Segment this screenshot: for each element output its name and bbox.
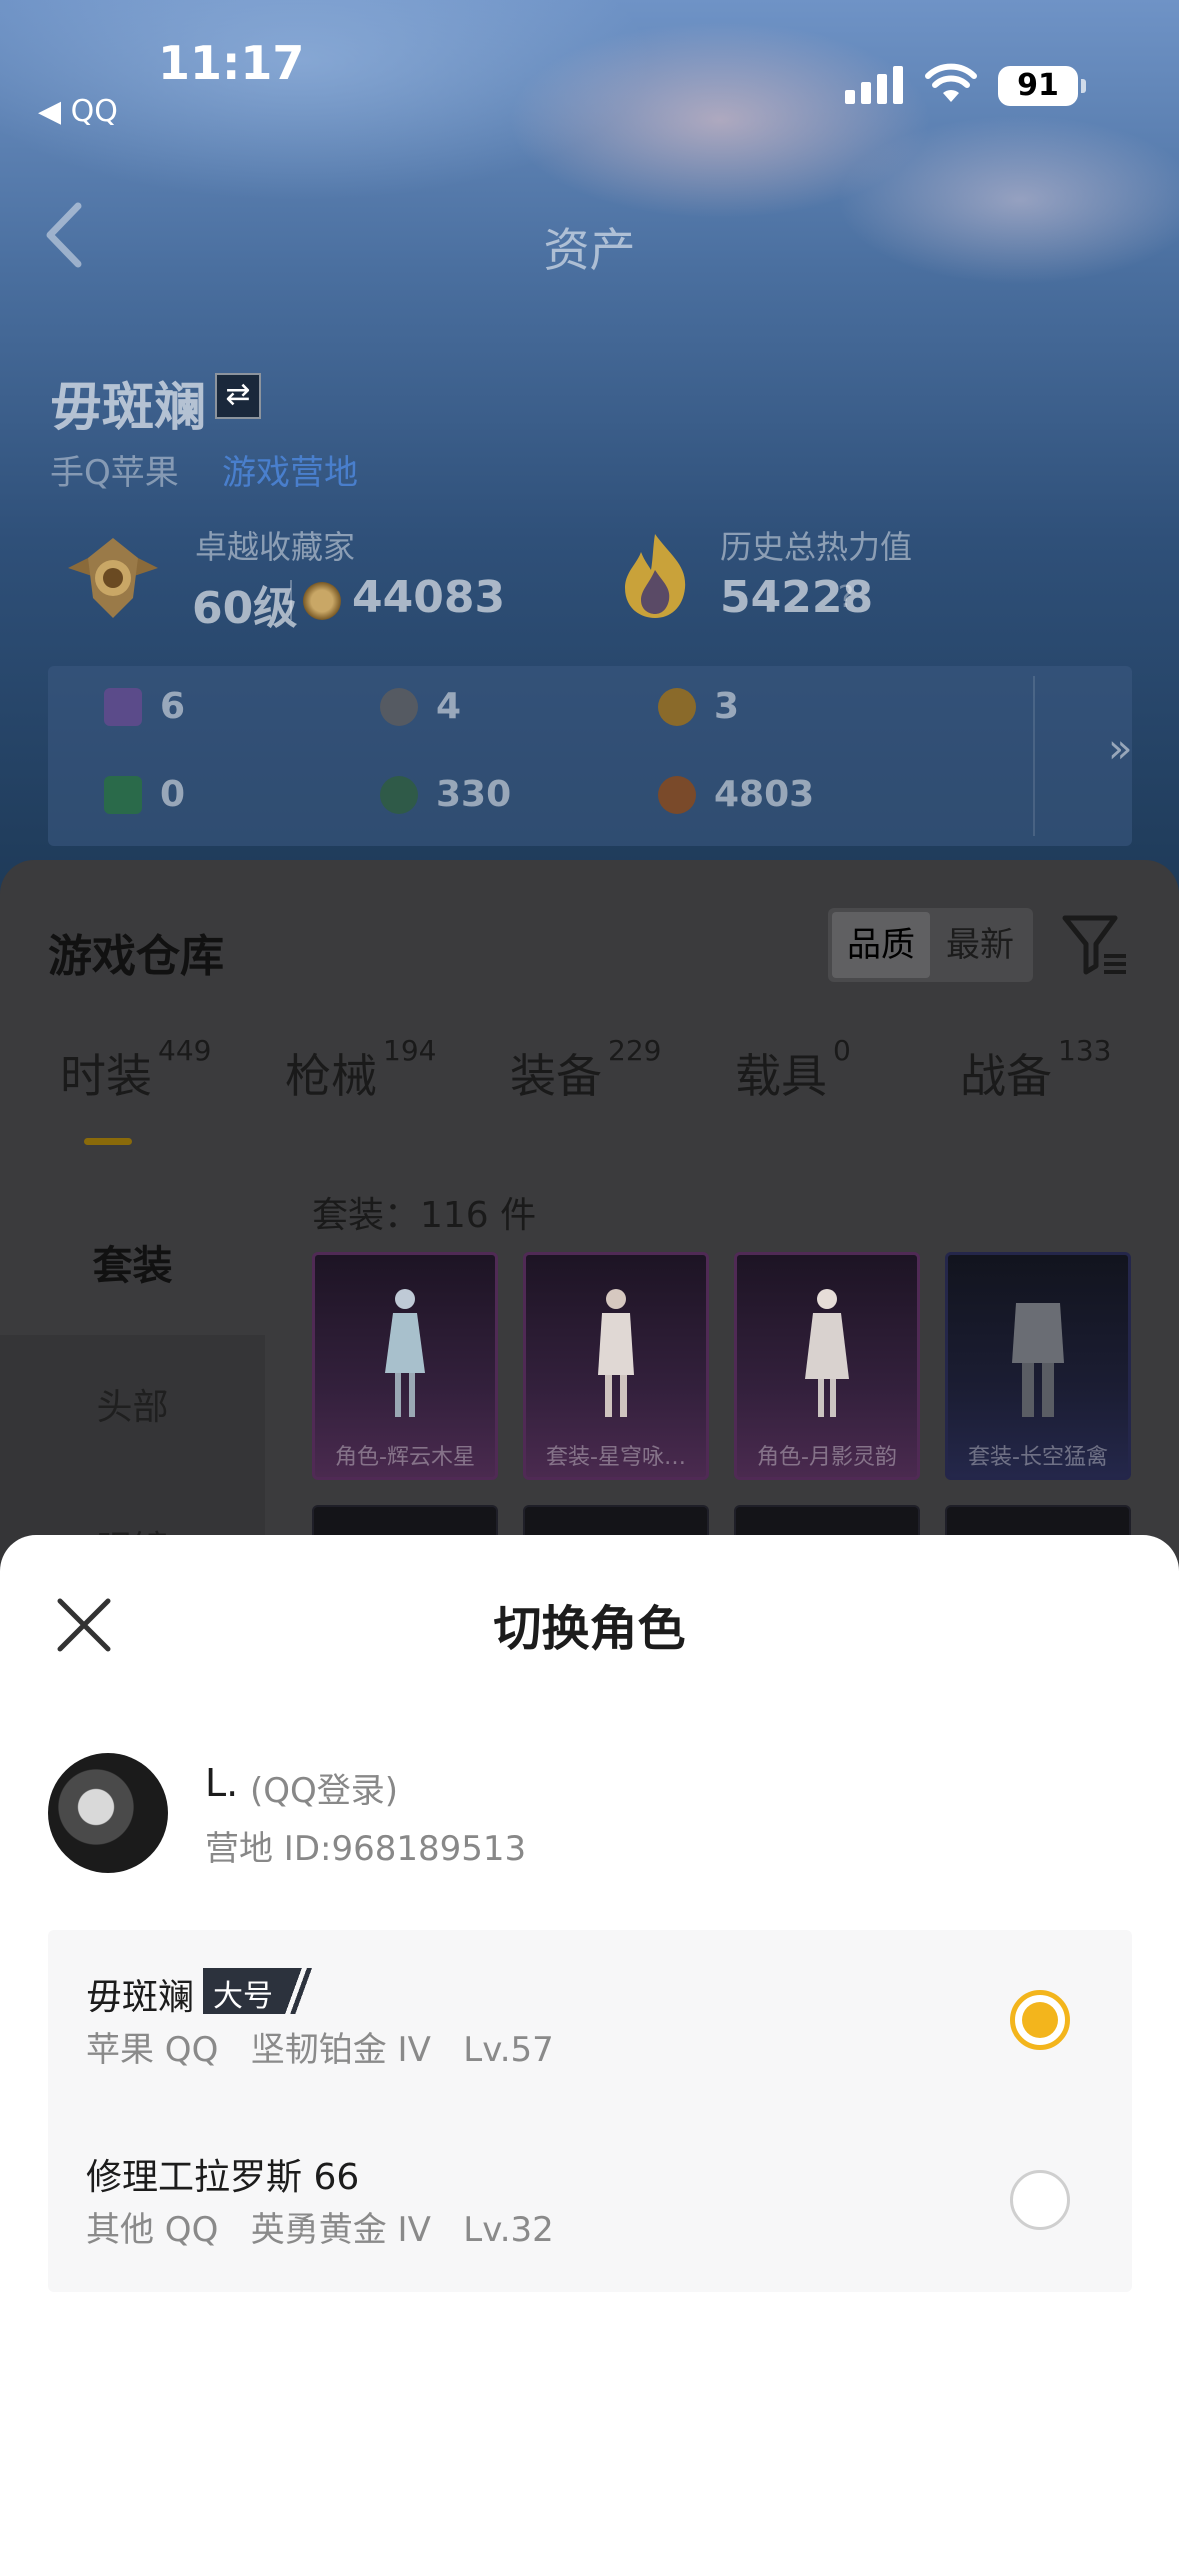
page-title: 资产 <box>543 223 636 277</box>
tab-count: 194 <box>383 1034 437 1067</box>
rank-divider <box>290 580 292 620</box>
tab-label: 装备 <box>510 1049 602 1103</box>
warehouse-title: 游戏仓库 <box>48 931 224 982</box>
tab-supplies[interactable]: 战备 133 <box>960 1034 1111 1106</box>
tab-count: 449 <box>158 1034 212 1067</box>
item-card[interactable]: 套装-星穹咏… <box>523 1252 709 1480</box>
role-name: 毋斑斓 <box>86 1977 195 2018</box>
suit-count: 套装：116 件 <box>312 1195 537 1236</box>
resource-value: 3 <box>714 686 740 727</box>
resource-item: 4 <box>380 686 461 727</box>
outfit-figure-icon <box>1012 1303 1064 1417</box>
role-radio-unselected[interactable] <box>1010 2170 1070 2230</box>
green-orb-icon <box>380 775 418 814</box>
cellular-signal-icon <box>845 64 907 104</box>
resource-item: 4803 <box>658 774 814 815</box>
subcategory-head[interactable]: 头部 <box>0 1378 265 1430</box>
character-figure-icon <box>385 1289 425 1417</box>
tab-equipment[interactable]: 装备 229 <box>510 1034 661 1106</box>
card-icon <box>104 687 142 726</box>
item-card[interactable]: 套装-长空猛禽 <box>945 1252 1131 1480</box>
role-list: 毋斑斓 大号 苹果 QQ 坚韧铂金 IV Lv.57 修理工拉罗斯 66 其他 … <box>48 1930 1132 2292</box>
resource-value: 330 <box>436 774 512 815</box>
resource-value: 4803 <box>714 774 815 815</box>
gold-coin-icon <box>658 687 696 726</box>
role-radio-selected[interactable] <box>1010 1990 1070 2050</box>
tab-count: 229 <box>608 1034 662 1067</box>
resource-value: 6 <box>160 686 186 727</box>
item-card[interactable]: 角色-辉云木星 <box>312 1252 498 1480</box>
item-card[interactable]: 角色-月影灵韵 <box>734 1252 920 1480</box>
badge-label: 大号 <box>213 1979 273 2014</box>
tab-underline <box>84 1138 132 1145</box>
main-account-badge: 大号 <box>203 1968 313 2014</box>
heat-help-icon[interactable]: ? <box>838 580 854 615</box>
resource-panel: 6 4 3 0 330 4803 » <box>48 666 1132 846</box>
rank-level: 60级 <box>192 583 298 634</box>
role-info: 苹果 QQ 坚韧铂金 IV Lv.57 <box>86 2030 554 2070</box>
player-name: 毋斑斓 <box>50 378 207 438</box>
resource-value: 4 <box>436 686 462 727</box>
role-info: 其他 QQ 英勇黄金 IV Lv.32 <box>86 2210 554 2250</box>
resource-item: 0 <box>104 774 185 815</box>
tab-vehicles[interactable]: 载具 0 <box>735 1034 851 1106</box>
battery-icon: 91 <box>998 66 1086 106</box>
status-bar: 11:17 ◀ QQ 91 <box>0 0 1179 130</box>
bronze-orb-icon <box>658 775 696 814</box>
sort-quality-button[interactable]: 品质 <box>832 912 930 978</box>
item-card-label: 套装-星穹咏… <box>546 1445 686 1470</box>
rank-coins: 44083 <box>352 572 506 623</box>
flame-icon <box>625 534 686 618</box>
character-figure-icon <box>805 1289 849 1417</box>
heat-title: 历史总热力值 <box>720 528 913 566</box>
character-figure-icon <box>598 1289 634 1417</box>
filter-icon[interactable] <box>1060 910 1130 980</box>
role-name: 修理工拉罗斯 66 <box>86 2157 360 2198</box>
tab-count: 0 <box>833 1034 851 1067</box>
account-login-type: (QQ登录) <box>250 1771 399 1811</box>
sort-toggle: 品质 最新 <box>828 908 1033 982</box>
avatar <box>48 1753 168 1873</box>
sheet-title: 切换角色 <box>493 1601 686 1657</box>
tab-label: 时装 <box>60 1049 152 1103</box>
coin-icon <box>303 582 341 620</box>
tab-count: 133 <box>1058 1034 1112 1067</box>
account-id: 营地 ID:968189513 <box>205 1829 527 1869</box>
platform-label: 手Q苹果 <box>50 453 179 493</box>
resource-item: 3 <box>658 686 739 727</box>
resource-value: 0 <box>160 774 186 815</box>
silver-coin-icon <box>380 687 418 726</box>
sort-latest-button[interactable]: 最新 <box>930 912 1030 978</box>
tab-label: 战备 <box>960 1049 1052 1103</box>
ticket-icon <box>104 775 142 814</box>
switch-role-icon[interactable]: ⇄ <box>215 373 261 419</box>
resource-divider <box>1033 676 1035 836</box>
tab-label: 载具 <box>735 1049 827 1103</box>
item-card-label: 角色-辉云木星 <box>335 1445 475 1470</box>
switch-role-sheet: 切换角色 L. (QQ登录) 营地 ID:968189513 毋斑斓 大号 苹果… <box>0 1535 1179 2556</box>
camp-link[interactable]: 游戏营地 <box>222 445 358 494</box>
wifi-icon <box>925 63 977 102</box>
item-card-label: 套装-长空猛禽 <box>968 1445 1108 1470</box>
back-to-app-link[interactable]: ◀ QQ <box>38 94 118 129</box>
resource-item: 330 <box>380 774 511 815</box>
account-name: L. <box>205 1761 239 1805</box>
tab-guns[interactable]: 枪械 194 <box>285 1034 436 1106</box>
tab-label: 枪械 <box>285 1049 377 1103</box>
subcategory-suits[interactable]: 套装 <box>0 1233 265 1291</box>
tab-fashion[interactable]: 时装 449 <box>60 1034 211 1106</box>
resource-item: 6 <box>104 686 185 727</box>
collector-rank-emblem-icon <box>68 538 158 618</box>
status-time: 11:17 <box>158 36 305 90</box>
rank-title: 卓越收藏家 <box>195 528 356 566</box>
resource-more-icon[interactable]: » <box>1108 726 1132 772</box>
item-card-label: 角色-月影灵韵 <box>757 1445 897 1470</box>
